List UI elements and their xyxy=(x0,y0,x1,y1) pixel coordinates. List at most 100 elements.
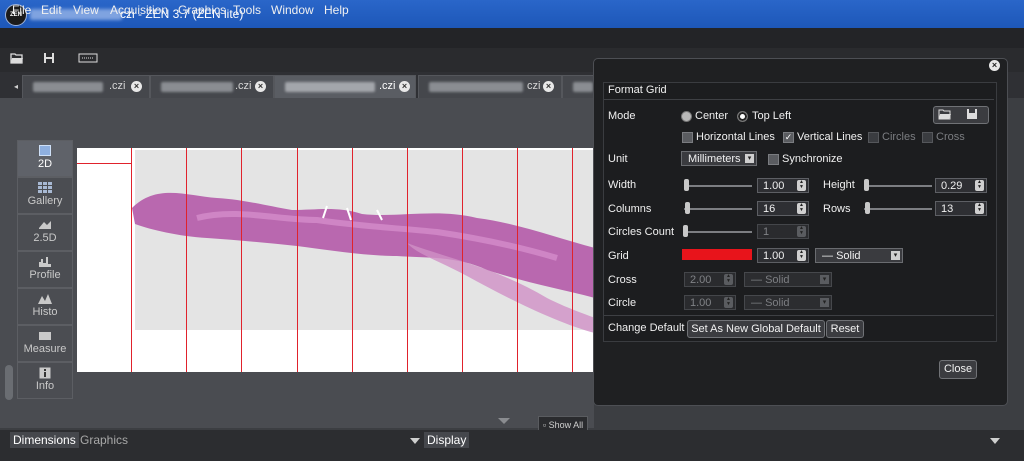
line-style-icon: — xyxy=(751,274,762,286)
line-style-icon: — xyxy=(751,297,762,309)
spin-arrows-icon[interactable]: ▲ ▼ xyxy=(724,297,733,308)
view-gallery-label: Gallery xyxy=(27,195,63,207)
spin-arrows-icon[interactable]: ▲ ▼ xyxy=(797,226,806,237)
save-settings-icon[interactable] xyxy=(966,108,978,123)
close-tab-icon[interactable]: × xyxy=(399,81,410,92)
view-2-5d-button[interactable]: 2.5D xyxy=(17,214,73,251)
grid-vertical-line xyxy=(462,148,463,372)
circle-line-style-select[interactable]: — Solid ▾ xyxy=(744,295,832,310)
tab-label: .czi xyxy=(235,80,252,92)
columns-spinbox[interactable]: 16 ▲ ▼ xyxy=(757,201,809,216)
circle-thickness-spinbox[interactable]: 1.00 ▲ ▼ xyxy=(684,295,736,310)
grid-vertical-line xyxy=(297,148,298,372)
dialog-close-icon[interactable]: × xyxy=(989,60,1000,71)
circles-count-value: 1 xyxy=(763,226,770,238)
circles-checkbox[interactable] xyxy=(868,132,879,143)
tab-scroll-left-icon[interactable]: ◂ xyxy=(14,82,18,91)
height-slider[interactable] xyxy=(864,185,932,187)
grid-vertical-line xyxy=(131,148,132,372)
2d-view-icon xyxy=(38,145,52,157)
tab-display[interactable]: Display xyxy=(424,432,470,448)
tab-document-4[interactable]: czi × xyxy=(418,75,562,98)
view-measure-label: Measure xyxy=(23,343,67,355)
grid-label: Grid xyxy=(608,250,629,262)
columns-slider[interactable] xyxy=(684,208,752,210)
view-profile-button[interactable]: Profile xyxy=(17,251,73,288)
cross-thickness-spinbox[interactable]: 2.00 ▲ ▼ xyxy=(684,272,736,287)
tab-graphics[interactable]: Graphics xyxy=(77,432,131,448)
width-slider-thumb[interactable] xyxy=(684,179,689,191)
menu-tools[interactable]: Tools xyxy=(233,3,261,17)
width-slider[interactable] xyxy=(684,185,752,187)
menu-view[interactable]: View xyxy=(73,3,99,17)
view-info-button[interactable]: Info xyxy=(17,362,73,399)
synchronize-checkbox[interactable] xyxy=(768,154,779,165)
cross-line-style-select[interactable]: — Solid ▾ xyxy=(744,272,832,287)
menu-edit[interactable]: Edit xyxy=(41,3,62,17)
mode-topleft-radio[interactable] xyxy=(737,111,748,122)
side-panel-scroll-handle[interactable] xyxy=(5,365,13,400)
width-spinbox[interactable]: 1.00 ▲ ▼ xyxy=(757,178,809,193)
height-spinbox[interactable]: 0.29 ▲ ▼ xyxy=(935,178,987,193)
tab-document-2[interactable]: .czi × xyxy=(150,75,274,98)
close-tab-icon[interactable]: × xyxy=(131,81,142,92)
menu-acquisition[interactable]: Acquisition xyxy=(110,3,168,17)
view-histo-button[interactable]: Histo xyxy=(17,288,73,325)
close-tab-icon[interactable]: × xyxy=(543,81,554,92)
open-folder-icon[interactable] xyxy=(9,52,25,66)
columns-slider-thumb[interactable] xyxy=(685,202,690,214)
view-info-label: Info xyxy=(35,380,55,392)
cross-thickness-value: 2.00 xyxy=(690,274,712,286)
spin-arrows-icon[interactable]: ▲ ▼ xyxy=(724,274,733,285)
circles-count-slider[interactable] xyxy=(684,231,752,233)
circles-count-slider-thumb[interactable] xyxy=(683,225,688,237)
scalebar-icon[interactable] xyxy=(78,52,98,66)
rows-slider-thumb[interactable] xyxy=(865,202,870,214)
cross-row-label: Cross xyxy=(608,274,637,286)
spin-arrows-icon[interactable]: ▲ ▼ xyxy=(975,203,984,214)
collapse-arrow-icon[interactable] xyxy=(498,418,510,424)
load-settings-icon[interactable] xyxy=(938,108,952,123)
height-slider-thumb[interactable] xyxy=(864,179,869,191)
view-2d-label: 2D xyxy=(37,158,53,170)
grid-vertical-line xyxy=(186,148,187,372)
menu-graphics[interactable]: Graphics xyxy=(178,3,226,17)
circles-count-spinbox[interactable]: 1 ▲ ▼ xyxy=(757,224,809,239)
menu-help[interactable]: Help xyxy=(324,3,349,17)
spin-arrows-icon[interactable]: ▲ ▼ xyxy=(797,203,806,214)
grid-color-swatch[interactable] xyxy=(682,249,752,260)
close-tab-icon[interactable]: × xyxy=(255,81,266,92)
tab-label: czi xyxy=(527,80,541,92)
bottom-left-dropdown-icon[interactable] xyxy=(410,438,420,444)
width-value: 1.00 xyxy=(763,180,785,192)
spin-arrows-icon[interactable]: ▲ ▼ xyxy=(975,180,984,191)
bottom-right-dropdown-icon[interactable] xyxy=(990,438,1000,444)
spin-arrows-icon[interactable]: ▲ ▼ xyxy=(797,250,806,261)
tab-document-active[interactable]: .czi × xyxy=(274,75,416,98)
bottom-panel-bar xyxy=(0,430,1024,461)
grid-line-style-select[interactable]: — Solid ▾ xyxy=(815,248,903,263)
close-button[interactable]: Close xyxy=(939,360,977,379)
view-gallery-button[interactable]: Gallery xyxy=(17,177,73,214)
menu-window[interactable]: Window xyxy=(271,3,314,17)
view-measure-button[interactable]: Measure xyxy=(17,325,73,362)
tab-document-1[interactable]: .czi × xyxy=(22,75,150,98)
tab-dimensions[interactable]: Dimensions xyxy=(10,432,79,448)
set-global-default-button[interactable]: Set As New Global Default xyxy=(687,320,825,338)
rows-spinbox[interactable]: 13 ▲ ▼ xyxy=(935,201,987,216)
save-icon[interactable] xyxy=(41,52,57,66)
rows-slider[interactable] xyxy=(864,208,932,210)
spin-arrows-icon[interactable]: ▲ ▼ xyxy=(797,180,806,191)
cross-checkbox[interactable] xyxy=(922,132,933,143)
menu-file[interactable]: File xyxy=(12,3,31,17)
horizontal-lines-checkbox[interactable] xyxy=(682,132,693,143)
vertical-lines-label: Vertical Lines xyxy=(797,131,863,143)
view-2d-button[interactable]: 2D xyxy=(17,140,73,177)
grid-vertical-line xyxy=(517,148,518,372)
grid-horizontal-line xyxy=(77,163,131,164)
grid-thickness-spinbox[interactable]: 1.00 ▲ ▼ xyxy=(757,248,809,263)
mode-center-radio[interactable] xyxy=(681,111,692,122)
reset-button[interactable]: Reset xyxy=(826,320,864,338)
unit-select[interactable]: Millimeters ▾ xyxy=(681,151,757,166)
vertical-lines-checkbox[interactable]: ✓ xyxy=(783,132,794,143)
